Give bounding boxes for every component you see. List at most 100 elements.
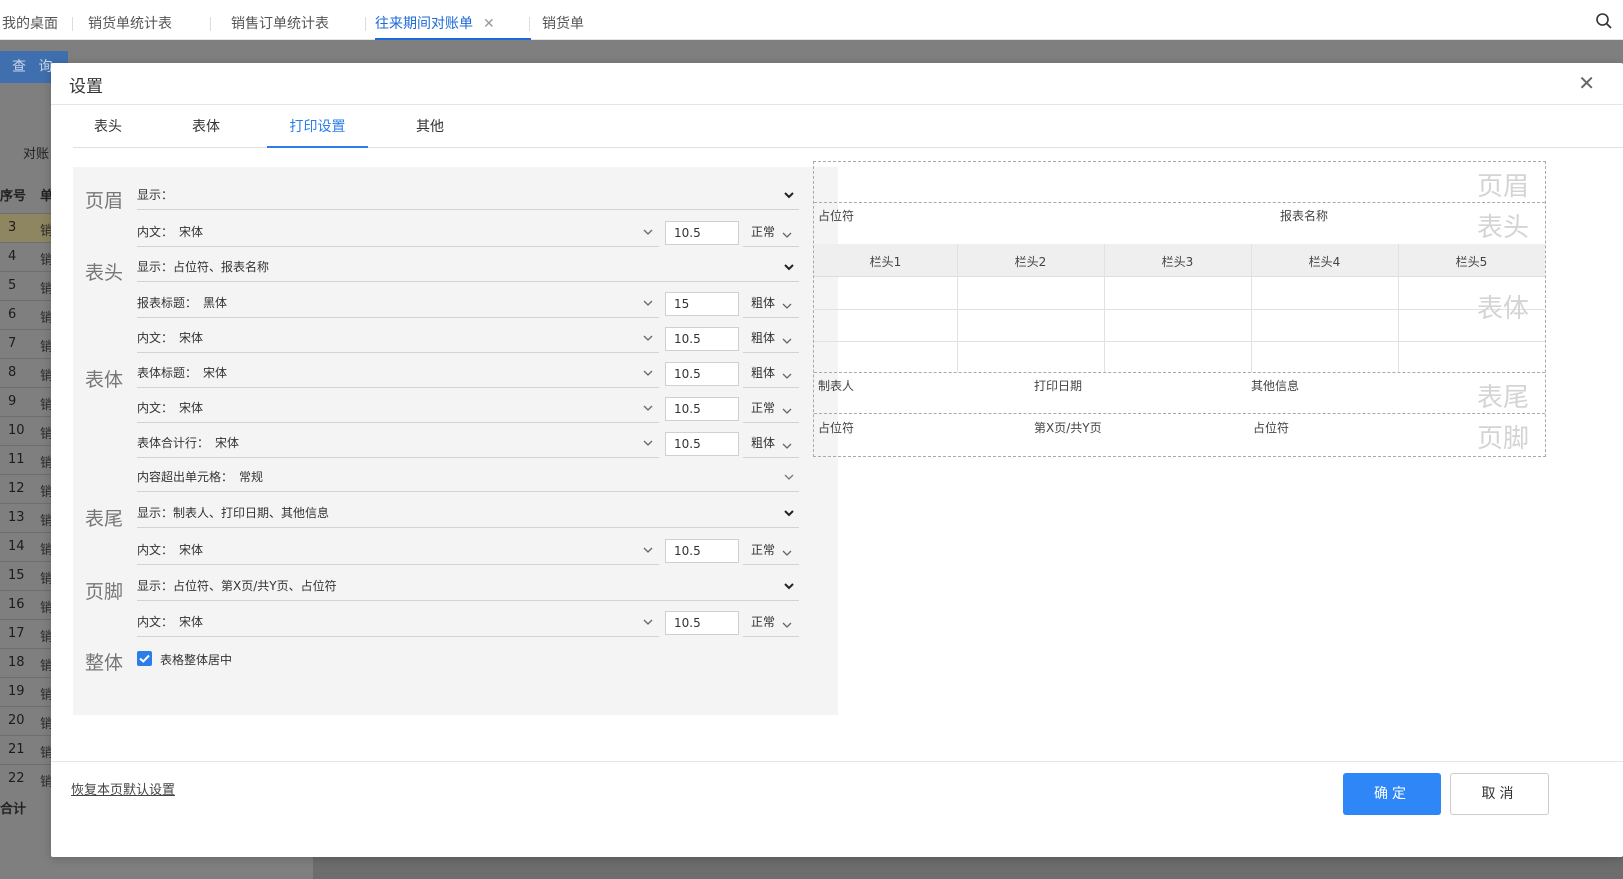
tab-sales-stat[interactable]: 销货单统计表: [88, 4, 172, 40]
chevron-down-icon[interactable]: [642, 402, 654, 414]
table-row: 3销: [0, 213, 53, 242]
tab-close-icon[interactable]: ✕: [483, 16, 495, 32]
head-show-select[interactable]: 显示：占位符、报表名称: [137, 252, 799, 282]
tab-sales-order-stat[interactable]: 销售订单统计表: [231, 4, 329, 40]
preview-tail-band: 制表人 打印日期 其他信息 表尾: [814, 372, 1545, 414]
row-number: 17: [8, 626, 25, 641]
body-title-weight-select[interactable]: 粗体: [743, 362, 799, 388]
tab-divider: [365, 17, 366, 31]
chevron-down-icon[interactable]: [642, 616, 654, 628]
preview-band-label: 页眉: [1476, 172, 1529, 202]
tab-my-desktop[interactable]: 我的桌面: [2, 4, 58, 40]
footer-show-select[interactable]: 显示：占位符、第X页/共Y页、占位符: [137, 571, 799, 601]
tail-font-select[interactable]: 内文： 宋体: [137, 541, 203, 558]
chevron-down-icon[interactable]: [783, 507, 795, 519]
head-content-font-select[interactable]: 内文： 宋体: [137, 329, 203, 346]
footer-size-input[interactable]: 10.5: [665, 611, 739, 635]
head-title-weight-select[interactable]: 粗体: [743, 292, 799, 318]
section-whole: 整体: [85, 652, 124, 674]
chevron-down-icon[interactable]: [642, 332, 654, 344]
top-tab-bar: 我的桌面 销货单统计表 销售订单统计表 往来期间对账单 ✕ 销货单: [0, 4, 1623, 40]
chevron-down-icon: [782, 338, 792, 344]
header-size-input[interactable]: 10.5: [665, 221, 739, 245]
preview-header-band: 页眉: [814, 162, 1545, 203]
chevron-down-icon[interactable]: [642, 367, 654, 379]
preview-column-header: 栏头3: [1161, 255, 1194, 269]
body-total-size-input[interactable]: 10.5: [665, 432, 739, 456]
tail-weight-select[interactable]: 正常: [743, 539, 799, 565]
chevron-down-icon[interactable]: [642, 226, 654, 238]
footer-font-select[interactable]: 内文： 宋体: [137, 613, 203, 630]
center-table-checkbox[interactable]: [137, 651, 152, 666]
preview-maker: 制表人: [818, 379, 855, 393]
section-table-tail: 表尾: [85, 508, 124, 530]
table-row: 7销: [0, 329, 53, 358]
row-number: 4: [8, 249, 17, 264]
footer-show-label: 显示：占位符、第X页/共Y页、占位符: [137, 579, 337, 593]
preview-other-info: 其他信息: [1251, 379, 1300, 393]
body-title-row: 表体标题： 宋体 10.5 粗体: [137, 358, 799, 388]
row-number: 6: [8, 307, 17, 322]
tab-period-statement[interactable]: 往来期间对账单 ✕: [375, 4, 531, 40]
tab-divider: [210, 17, 211, 31]
tail-show-label: 显示：制表人、打印日期、其他信息: [137, 506, 330, 520]
chevron-down-icon[interactable]: [642, 544, 654, 556]
chevron-down-icon[interactable]: [783, 261, 795, 273]
body-content-weight-select[interactable]: 正常: [743, 397, 799, 423]
tab-sales-doc[interactable]: 销货单: [542, 4, 584, 40]
close-icon[interactable]: ✕: [1578, 71, 1595, 95]
dialog-footer-divider: [51, 761, 1623, 762]
body-title-font-select[interactable]: 表体标题： 宋体: [137, 364, 227, 381]
body-content-font-select[interactable]: 内文： 宋体: [137, 399, 203, 416]
body-total-weight-select[interactable]: 粗体: [743, 432, 799, 458]
row-number: 15: [8, 568, 25, 583]
chevron-down-icon[interactable]: [783, 189, 795, 201]
tab-table-head[interactable]: 表头: [73, 106, 143, 148]
body-content-row: 内文： 宋体 10.5 正常: [137, 393, 799, 423]
table-row: 22 销: [0, 764, 53, 793]
section-table-body: 表体: [85, 369, 124, 391]
row-number: 20: [8, 713, 25, 728]
header-weight-select[interactable]: 正常: [743, 221, 799, 247]
footer-weight-select[interactable]: 正常: [743, 611, 799, 637]
body-overflow-select[interactable]: 内容超出单元格： 常规: [137, 462, 799, 492]
header-show-select[interactable]: 显示：: [137, 180, 799, 210]
head-title-size-input[interactable]: 15: [665, 292, 739, 316]
background-table: 对账 序号 单 3销 4销 5销 6销 7销 8销 9销 10 销 11 销 12 销…: [0, 40, 53, 879]
restore-defaults-link[interactable]: 恢复本页默认设置: [71, 779, 175, 798]
row-number: 13: [8, 510, 25, 525]
head-content-weight-select[interactable]: 粗体: [743, 327, 799, 353]
tab-other[interactable]: 其他: [395, 106, 465, 148]
preview-footer-band: 占位符 第X页/共Y页 占位符 页脚: [814, 414, 1545, 456]
preview-column-header: 栏头2: [1014, 255, 1047, 269]
header-font-select[interactable]: 内文： 宋体: [137, 223, 203, 240]
table-row: 14 销: [0, 532, 53, 561]
chevron-down-icon: [782, 303, 792, 309]
body-title-size-input[interactable]: 10.5: [665, 362, 739, 386]
chevron-down-icon[interactable]: [642, 437, 654, 449]
dialog-title: 设置: [69, 77, 103, 97]
header-content-row: 内文： 宋体 10.5 正常: [137, 217, 799, 247]
search-icon[interactable]: [1595, 12, 1613, 30]
chevron-down-icon[interactable]: [783, 580, 795, 592]
tab-print-settings[interactable]: 打印设置: [267, 106, 368, 148]
header-show-label: 显示：: [137, 188, 174, 202]
checkmark-icon: [139, 654, 150, 663]
chevron-down-icon[interactable]: [783, 471, 795, 483]
head-title-font-select[interactable]: 报表标题： 黑体: [137, 294, 227, 311]
cancel-button[interactable]: 取消: [1450, 773, 1549, 815]
row-number: 5: [8, 278, 17, 293]
table-row: 19 销: [0, 677, 53, 706]
tab-table-body[interactable]: 表体: [171, 106, 241, 148]
body-total-font-select[interactable]: 表体合计行： 宋体: [137, 434, 239, 451]
chevron-down-icon[interactable]: [642, 297, 654, 309]
tail-size-input[interactable]: 10.5: [665, 539, 739, 563]
table-row: 21 销: [0, 735, 53, 764]
head-content-size-input[interactable]: 10.5: [665, 327, 739, 351]
row-number: 21: [8, 742, 25, 757]
table-row: 15 销: [0, 561, 53, 590]
tail-show-select[interactable]: 显示：制表人、打印日期、其他信息: [137, 498, 799, 528]
body-content-size-input[interactable]: 10.5: [665, 397, 739, 421]
chevron-down-icon: [782, 373, 792, 379]
confirm-button[interactable]: 确定: [1343, 773, 1441, 815]
